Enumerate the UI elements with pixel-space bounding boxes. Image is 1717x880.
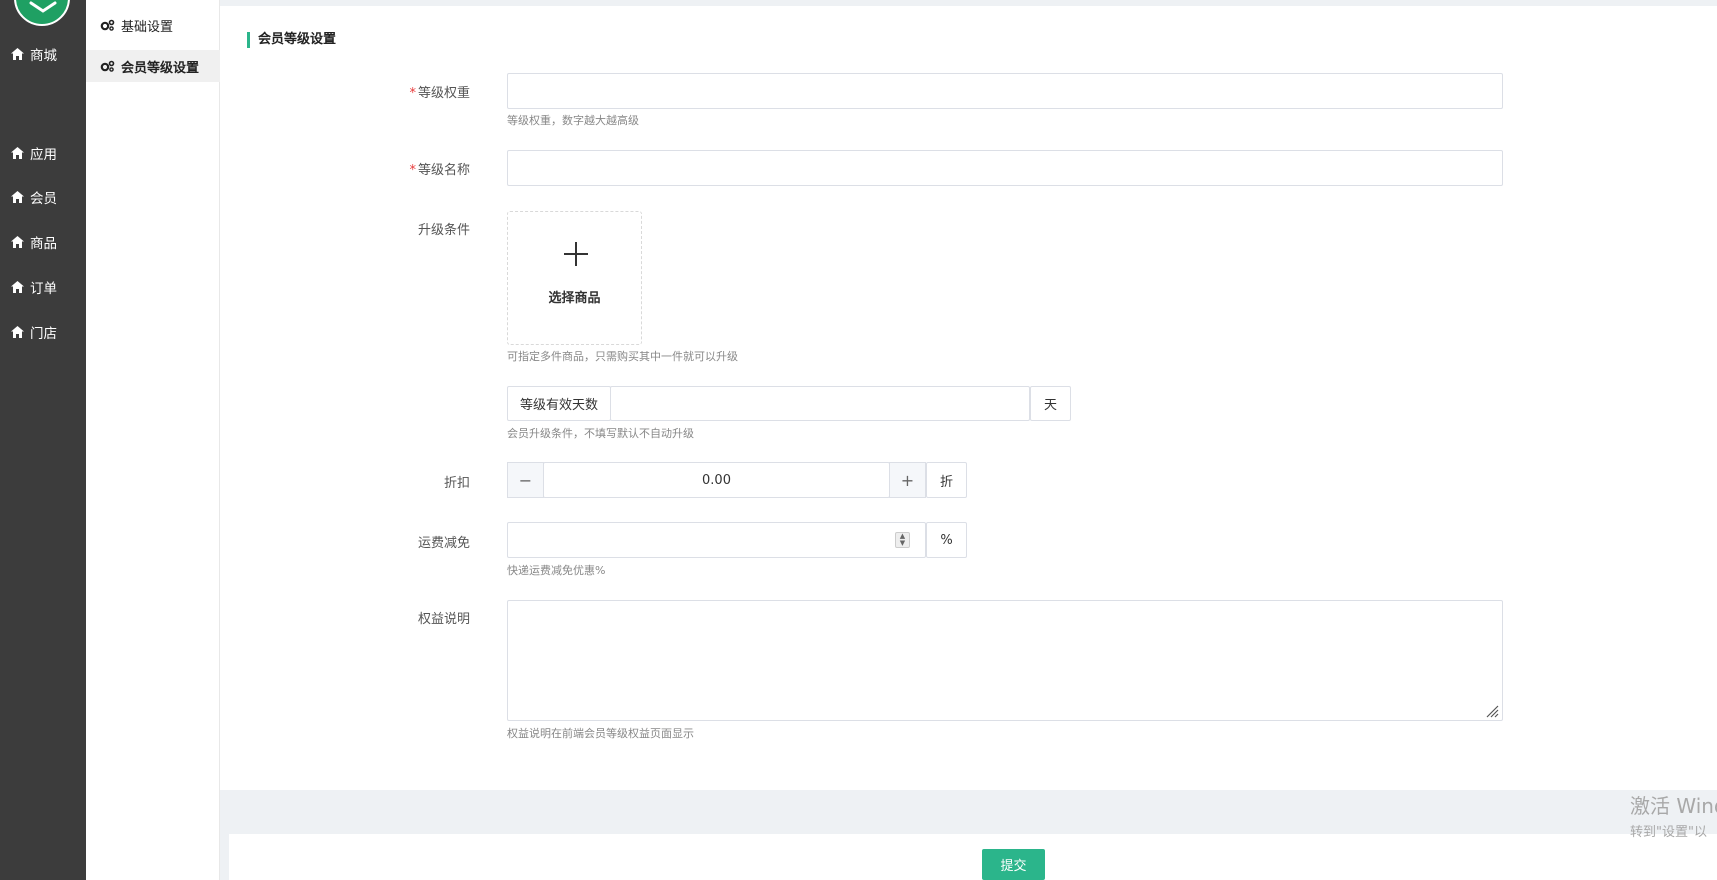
valid-days-help: 会员升级条件，不填写默认不自动升级	[507, 427, 694, 440]
shipping-input[interactable]	[507, 522, 926, 558]
nav-item-label: 商品	[30, 236, 57, 252]
subnav-item-level-settings[interactable]: 会员等级设置	[86, 50, 220, 82]
weight-label-text: 等级权重	[417, 86, 470, 101]
nav-item-stores[interactable]: 门店	[0, 317, 86, 347]
sub-nav: 基础设置 会员等级设置	[86, 0, 220, 880]
valid-days-suffix: 天	[1030, 386, 1071, 421]
weight-help: 等级权重，数字越大越高级	[507, 114, 639, 127]
select-products-button[interactable]: 选择商品	[507, 211, 642, 345]
section-title: 会员等级设置	[247, 32, 336, 48]
discount-label: 折扣	[443, 476, 470, 491]
nav-item-label: 订单	[30, 281, 57, 297]
benefits-help: 权益说明在前端会员等级权益页面显示	[507, 727, 694, 740]
windows-activation-watermark: 激活 Wind 转到"设置"以	[1630, 790, 1717, 840]
nav-item-members[interactable]: 会员	[0, 182, 86, 212]
discount-input[interactable]	[543, 462, 890, 498]
nav-item-mall[interactable]: 商城	[0, 39, 86, 69]
name-input[interactable]	[507, 150, 1503, 186]
upgrade-help: 可指定多件商品，只需购买其中一件就可以升级	[507, 350, 738, 363]
valid-days-input[interactable]	[610, 386, 1030, 421]
weight-label: * 等级权重	[330, 82, 470, 101]
benefits-textarea[interactable]	[507, 600, 1503, 721]
number-spinner[interactable]: ▲ ▼	[895, 532, 910, 548]
main-nav: 商城 应用 会员 商品 订单 门店	[0, 0, 86, 880]
subnav-item-label: 会员等级设置	[121, 60, 200, 76]
logo	[14, 0, 70, 26]
shipping-label: 运费减免	[417, 536, 470, 551]
name-label: * 等级名称	[330, 159, 470, 178]
resize-handle-icon[interactable]	[1484, 703, 1499, 718]
discount-suffix: 折	[926, 462, 967, 498]
submit-button[interactable]: 提交	[982, 849, 1045, 880]
home-icon	[11, 191, 24, 203]
home-icon	[11, 147, 24, 159]
nav-item-label: 商城	[30, 48, 57, 64]
gears-icon	[100, 19, 115, 31]
nav-item-label: 门店	[30, 326, 57, 342]
nav-item-products[interactable]: 商品	[0, 227, 86, 257]
shipping-suffix: %	[926, 522, 967, 558]
required-mark: *	[409, 163, 416, 178]
shipping-help: 快递运费减免优惠%	[507, 564, 606, 577]
name-label-text: 等级名称	[417, 163, 470, 178]
footer-card	[229, 834, 1717, 880]
logo-check-icon	[29, 1, 57, 13]
plus-icon	[564, 242, 588, 266]
home-icon	[11, 326, 24, 338]
discount-decrease-button[interactable]: −	[507, 462, 544, 498]
benefits-label: 权益说明	[417, 612, 470, 627]
valid-days-prefix: 等级有效天数	[507, 386, 611, 421]
watermark-line1: 激活 Wind	[1630, 794, 1717, 818]
home-icon	[11, 281, 24, 293]
spin-down-icon: ▼	[899, 539, 906, 547]
upgrade-label: 升级条件	[417, 223, 470, 238]
nav-item-orders[interactable]: 订单	[0, 272, 86, 302]
nav-item-label: 会员	[30, 191, 57, 207]
discount-increase-button[interactable]: +	[889, 462, 926, 498]
nav-item-label: 应用	[30, 147, 57, 163]
watermark-line2: 转到"设置"以	[1630, 825, 1707, 840]
gears-icon	[100, 60, 115, 72]
home-icon	[11, 48, 24, 60]
nav-item-apps[interactable]: 应用	[0, 138, 86, 168]
select-products-label: 选择商品	[548, 291, 601, 306]
subnav-item-label: 基础设置	[121, 19, 174, 35]
home-icon	[11, 236, 24, 248]
required-mark: *	[409, 86, 416, 101]
weight-input[interactable]	[507, 73, 1503, 109]
subnav-item-basic-settings[interactable]: 基础设置	[86, 9, 220, 41]
